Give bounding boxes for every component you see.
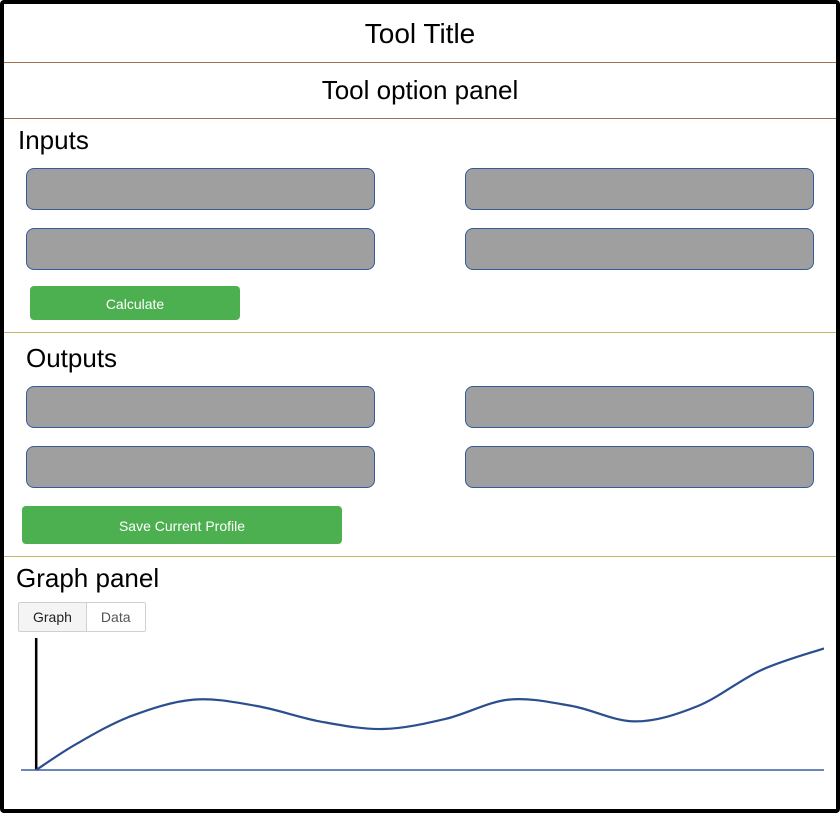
output-field-2 <box>465 386 814 428</box>
inputs-grid <box>18 164 822 282</box>
outputs-grid <box>18 382 822 500</box>
input-field-2[interactable] <box>465 168 814 210</box>
graph-heading: Graph panel <box>16 563 824 594</box>
app-frame: Tool Title Tool option panel Inputs Calc… <box>0 0 840 813</box>
graph-tabs: Graph Data <box>18 602 146 632</box>
save-profile-button[interactable]: Save Current Profile <box>22 506 342 544</box>
outputs-panel: Outputs Save Current Profile <box>4 333 836 557</box>
output-field-3 <box>26 446 375 488</box>
graph-panel: Graph panel Graph Data <box>4 557 836 809</box>
input-field-3[interactable] <box>26 228 375 270</box>
tab-graph[interactable]: Graph <box>19 603 87 631</box>
input-field-4[interactable] <box>465 228 814 270</box>
outputs-heading: Outputs <box>26 343 822 374</box>
calculate-button[interactable]: Calculate <box>30 286 240 320</box>
chart-series-line <box>36 648 824 770</box>
chart-area <box>16 638 824 778</box>
tool-title: Tool Title <box>365 18 476 49</box>
tool-option-label: Tool option panel <box>322 75 519 105</box>
tool-title-panel: Tool Title <box>4 4 836 63</box>
inputs-panel: Inputs Calculate <box>4 119 836 333</box>
chart-svg <box>16 638 824 778</box>
tool-option-panel: Tool option panel <box>4 63 836 119</box>
output-field-1 <box>26 386 375 428</box>
output-field-4 <box>465 446 814 488</box>
tab-data[interactable]: Data <box>87 603 145 631</box>
inputs-heading: Inputs <box>18 125 822 156</box>
input-field-1[interactable] <box>26 168 375 210</box>
